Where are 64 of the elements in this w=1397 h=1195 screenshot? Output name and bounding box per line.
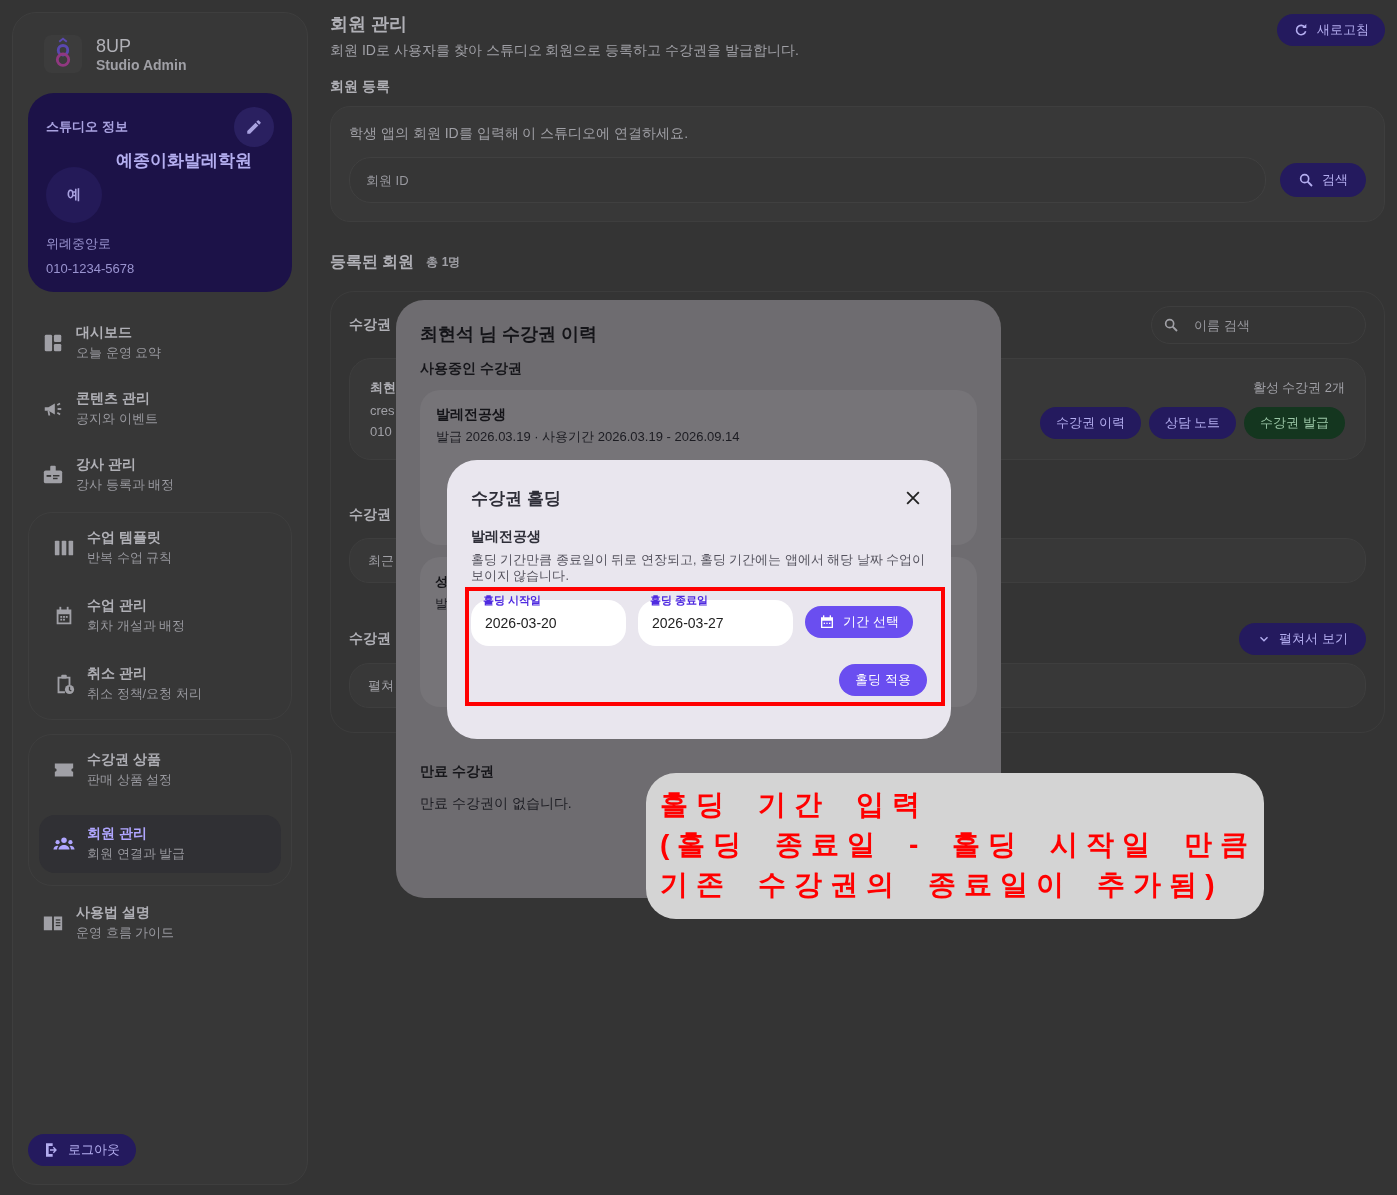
section-label: 수강권 (349, 630, 391, 648)
pass-name: 성 (435, 573, 448, 591)
refresh-icon (1293, 22, 1309, 38)
nav-item[interactable]: 취소 관리 취소 정책/요청 처리 (39, 661, 216, 707)
active-pass-count: 활성 수강권 2개 (1252, 379, 1345, 397)
row-text: 최근 (368, 553, 394, 568)
member-name: 최현 (370, 379, 396, 397)
empty-message: 만료 수강권이 없습니다. (420, 795, 572, 813)
refresh-button[interactable]: 새로고침 (1277, 14, 1385, 46)
studio-phone: 010-1234-5678 (46, 261, 135, 276)
period-select-button[interactable]: 기간 선택 (805, 605, 913, 638)
pass-meta: 발급 2026.03.19 · 사용기간 2026.03.19 - 2026.09.14 (436, 428, 740, 446)
member-action-button[interactable]: 상담 노트 (1148, 407, 1237, 439)
nav-item[interactable]: 수업 관리 회차 개설과 배정 (39, 593, 200, 639)
search-icon (1298, 172, 1314, 188)
nav-item[interactable]: 수강권 상품 판매 상품 설정 (39, 747, 187, 793)
brand-name: 8UP (96, 35, 131, 57)
page-title: 회원 관리 (330, 13, 407, 36)
row-text: 펼쳐 (368, 678, 394, 693)
studio-name: 예종이화발레학원 (116, 150, 252, 172)
nav-item[interactable]: 수업 템플릿 반복 수업 규칙 (39, 525, 187, 571)
search-icon (1163, 317, 1179, 333)
annotation-text: (홀딩 종료일 - 홀딩 시작일 만큼 (660, 828, 1256, 862)
pass-name: 발레전공생 (471, 528, 541, 546)
page-subtitle: 회원 ID로 사용자를 찾아 스튜디오 회원으로 등록하고 수강권을 발급합니다. (330, 42, 799, 60)
member-action-button[interactable]: 수강권 이력 (1040, 407, 1141, 439)
nav-item[interactable]: 강사 관리 강사 등록과 배정 (28, 452, 189, 498)
studio-avatar: 예 (46, 167, 102, 223)
dialog-description: 홀딩 기간만큼 종료일이 뒤로 연장되고, 홀딩 기간에는 앱에서 해당 날짜 수업이 보이지 않습니다. (471, 552, 927, 585)
section-heading: 등록된 회원 (330, 252, 415, 272)
section-heading: 회원 등록 (330, 78, 390, 96)
member-id: cres (370, 403, 395, 418)
section-heading: 사용중인 수강권 (420, 360, 522, 378)
expand-button[interactable]: 펼쳐서 보기 (1239, 623, 1366, 655)
section-heading: 만료 수강권 (420, 763, 494, 781)
logout-button[interactable]: 로그아웃 (28, 1134, 136, 1166)
member-phone: 010 (370, 424, 392, 439)
calendar-icon (819, 613, 835, 630)
member-action-button[interactable]: 수강권 발급 (1244, 407, 1345, 439)
brand-subtitle: Studio Admin (96, 56, 187, 73)
pass-name: 발레전공생 (436, 406, 506, 424)
nav-item[interactable]: 사용법 설명 운영 흐름 가이드 (28, 900, 189, 946)
annotation-text: 홀딩 기간 입력 (660, 788, 928, 822)
member-id-field[interactable]: 회원 ID (349, 157, 1266, 203)
studio-card-heading: 스튜디오 정보 (46, 118, 128, 136)
studio-address: 위례중앙로 (46, 235, 111, 253)
modal-title: 최현석 님 수강권 이력 (420, 323, 597, 346)
dashboard-icon (42, 332, 64, 354)
edit-button[interactable] (234, 107, 274, 147)
nav-item[interactable]: 회원 관리 회원 연결과 발급 (39, 815, 281, 873)
badge-icon (42, 464, 64, 486)
register-hint: 학생 앱의 회원 ID를 입력해 이 스튜디오에 연결하세요. (349, 125, 689, 143)
member-count: 총 1명 (426, 254, 461, 271)
section-label: 수강권 (349, 506, 391, 524)
apply-holding-button[interactable]: 홀딩 적용 (839, 663, 927, 696)
pass-meta: 발 (435, 595, 448, 613)
name-search-field[interactable]: 이름 검색 (1151, 306, 1366, 344)
dialog-title: 수강권 홀딩 (471, 487, 561, 510)
nav-item[interactable]: 대시보드 오늘 운영 요약 (28, 320, 176, 366)
section-label: 수강권 (349, 316, 391, 334)
nav-item[interactable]: 콘텐츠 관리 공지와 이벤트 (28, 386, 172, 432)
annotation-text: 기존 수강권의 종료일이 추가됨) (660, 868, 1223, 902)
search-button[interactable]: 검색 (1280, 163, 1366, 197)
pencil-icon (245, 118, 263, 136)
